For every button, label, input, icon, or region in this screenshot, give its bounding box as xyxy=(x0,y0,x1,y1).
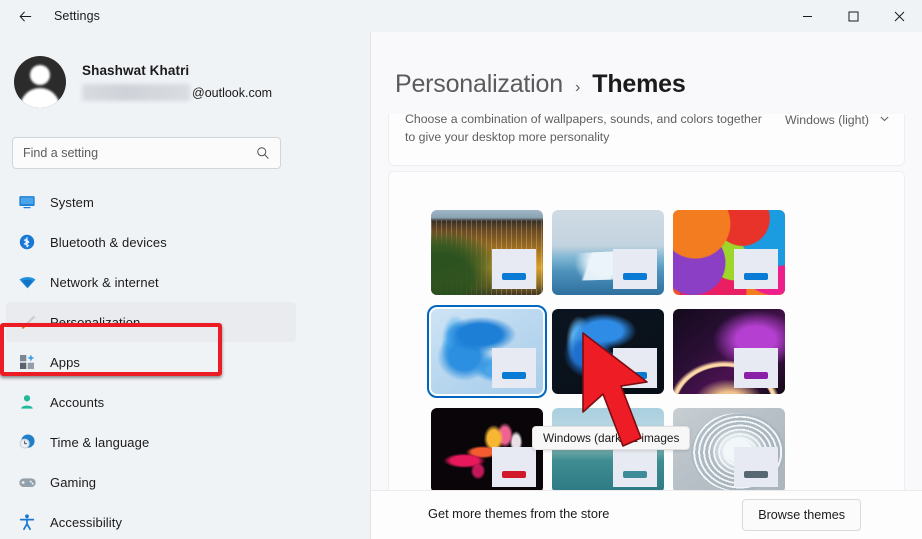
accent-color-swatch xyxy=(623,372,647,379)
theme-thumbnail-windows-light[interactable] xyxy=(427,305,547,398)
taskbar-preview xyxy=(492,447,536,487)
sidebar-item-accounts[interactable]: Accounts xyxy=(6,382,296,422)
theme-tooltip: Windows (dark), 1 images xyxy=(532,426,691,450)
minimize-button[interactable] xyxy=(784,0,830,32)
taskbar-preview xyxy=(613,249,657,289)
avatar xyxy=(14,56,66,108)
account-email: @outlook.com xyxy=(82,84,272,101)
theme-thumbnail-iceberg[interactable] xyxy=(552,210,664,295)
theme-thumbnail-umbrellas[interactable] xyxy=(673,210,785,295)
theme-description-card: Choose a combination of wallpapers, soun… xyxy=(388,114,905,166)
bluetooth-icon xyxy=(16,231,38,253)
monitor-icon xyxy=(16,191,38,213)
taskbar-preview xyxy=(734,249,778,289)
settings-window: Settings Shashwat Khatri @outlook.com Fi… xyxy=(0,0,922,539)
accent-color-swatch xyxy=(502,273,526,280)
search-icon xyxy=(256,146,270,160)
theme-description-text: Choose a combination of wallpapers, soun… xyxy=(405,114,762,144)
taskbar-preview xyxy=(613,348,657,388)
sidebar-item-label: Time & language xyxy=(50,434,150,450)
sidebar-nav: System Bluetooth & devices Network & int… xyxy=(6,182,296,539)
breadcrumb: Personalization › Themes xyxy=(395,70,686,99)
taskbar-preview xyxy=(613,447,657,487)
current-theme-value: Windows (light) xyxy=(784,114,869,127)
apps-grid-icon xyxy=(16,351,38,373)
taskbar-preview xyxy=(492,348,536,388)
paintbrush-icon xyxy=(16,311,38,333)
theme-thumbnail-lake[interactable] xyxy=(552,408,664,493)
breadcrumb-root[interactable]: Personalization xyxy=(395,70,563,99)
theme-thumbnail-icicles[interactable] xyxy=(431,210,543,295)
sidebar-item-label: Personalization xyxy=(50,314,141,330)
content-pane: Personalization › Themes Choose a combin… xyxy=(370,32,922,539)
person-icon xyxy=(16,391,38,413)
accent-color-swatch xyxy=(502,372,526,379)
account-profile[interactable]: Shashwat Khatri @outlook.com xyxy=(14,56,272,108)
title-bar: Settings xyxy=(0,0,922,32)
accent-color-swatch xyxy=(744,273,768,280)
store-label: Get more themes from the store xyxy=(428,506,610,521)
chevron-down-icon xyxy=(879,114,890,129)
clock-icon xyxy=(16,431,38,453)
theme-thumbnail-windows-dark[interactable] xyxy=(552,309,664,394)
accessibility-icon xyxy=(16,511,38,533)
search-box[interactable] xyxy=(12,137,281,169)
sidebar-item-time-language[interactable]: Time & language xyxy=(6,422,296,462)
email-domain: @outlook.com xyxy=(192,85,273,100)
account-text: Shashwat Khatri @outlook.com xyxy=(82,56,272,101)
back-button[interactable] xyxy=(8,1,42,31)
theme-thumbnail-flower[interactable] xyxy=(431,408,543,493)
sidebar-item-label: Network & internet xyxy=(50,274,159,290)
page-title: Themes xyxy=(592,70,686,98)
sidebar-item-system[interactable]: System xyxy=(6,182,296,222)
back-arrow-icon xyxy=(19,10,31,22)
theme-grid-card: Windows (dark), 1 images xyxy=(388,171,905,528)
sidebar-item-label: Bluetooth & devices xyxy=(50,234,167,250)
taskbar-preview xyxy=(734,447,778,487)
maximize-icon xyxy=(848,11,858,21)
theme-thumbnail-ribbons[interactable] xyxy=(673,408,785,493)
wifi-icon xyxy=(16,271,38,293)
sidebar-item-label: Accounts xyxy=(50,394,105,410)
accent-color-swatch xyxy=(623,273,647,280)
browse-themes-button[interactable]: Browse themes xyxy=(742,499,861,531)
theme-thumbnail-glow[interactable] xyxy=(673,309,785,394)
accent-color-swatch xyxy=(744,471,768,478)
window-title: Settings xyxy=(54,9,100,23)
sidebar-item-personalization[interactable]: Personalization xyxy=(6,302,296,342)
sidebar-item-bluetooth-devices[interactable]: Bluetooth & devices xyxy=(6,222,296,262)
maximize-button[interactable] xyxy=(830,0,876,32)
account-name: Shashwat Khatri xyxy=(82,63,190,78)
minimize-icon xyxy=(802,15,812,17)
current-theme-selector[interactable]: Windows (light) xyxy=(785,114,890,129)
email-redaction xyxy=(82,84,190,101)
sidebar-item-gaming[interactable]: Gaming xyxy=(6,462,296,502)
sidebar-item-network-internet[interactable]: Network & internet xyxy=(6,262,296,302)
sidebar-item-label: Apps xyxy=(50,354,81,370)
sidebar-item-accessibility[interactable]: Accessibility xyxy=(6,502,296,539)
accent-color-swatch xyxy=(502,471,526,478)
gamepad-icon xyxy=(16,471,38,493)
sidebar-item-apps[interactable]: Apps xyxy=(6,342,296,382)
store-row: Get more themes from the store Browse th… xyxy=(371,490,922,539)
window-controls xyxy=(784,0,922,32)
sidebar-item-label: Accessibility xyxy=(50,514,123,530)
theme-grid xyxy=(427,210,785,493)
taskbar-preview xyxy=(492,249,536,289)
sidebar-item-label: Gaming xyxy=(50,474,97,490)
taskbar-preview xyxy=(734,348,778,388)
sidebar: Shashwat Khatri @outlook.com Find a sett… xyxy=(0,32,370,539)
accent-color-swatch xyxy=(623,471,647,478)
sidebar-item-label: System xyxy=(50,194,94,210)
close-button[interactable] xyxy=(876,0,922,32)
search-input[interactable] xyxy=(23,146,256,160)
close-icon xyxy=(894,11,904,21)
breadcrumb-separator-icon: › xyxy=(574,79,581,96)
accent-color-swatch xyxy=(744,372,768,379)
